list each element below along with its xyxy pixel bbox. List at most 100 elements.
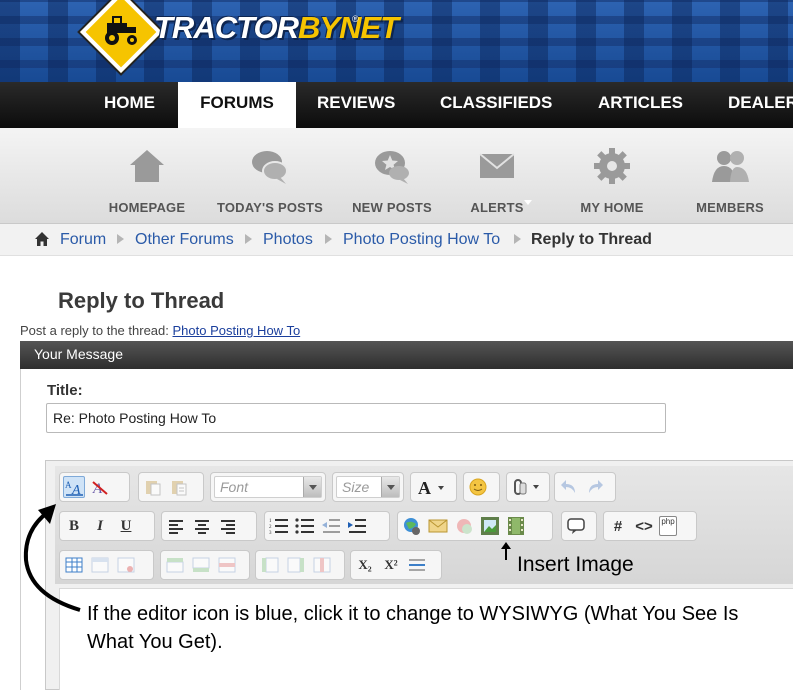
envelope-icon xyxy=(479,153,515,178)
insert-email-icon[interactable] xyxy=(427,515,449,537)
nav-articles[interactable]: ARTICLES xyxy=(598,82,683,128)
alerts-dropdown-caret[interactable] xyxy=(524,200,532,205)
site-logo-text[interactable]: TRACTORBYNET xyxy=(154,10,399,46)
svg-text:3: 3 xyxy=(269,531,272,535)
font-select[interactable]: Font xyxy=(214,476,322,498)
logo-text-by: BY xyxy=(297,10,340,45)
horizontal-rule-icon[interactable] xyxy=(406,554,428,576)
size-select[interactable]: Size xyxy=(336,476,400,498)
redo-icon[interactable] xyxy=(584,476,606,498)
insert-video-icon[interactable] xyxy=(505,515,527,537)
code-button[interactable]: <> xyxy=(633,515,655,537)
align-right-icon[interactable] xyxy=(217,515,239,537)
chat-bubbles-icon xyxy=(252,151,288,184)
table-properties-icon[interactable] xyxy=(89,554,111,576)
sub-nav: HOMEPAGE TODAY'S POSTS NEW POSTS ALERTS xyxy=(0,128,793,224)
toolbar-group-color: A xyxy=(410,472,457,502)
paste-text-icon[interactable] xyxy=(168,476,190,498)
smiley-icon[interactable] xyxy=(467,476,489,498)
subnav-my-home[interactable]: MY HOME xyxy=(547,146,677,215)
delete-row-icon[interactable] xyxy=(216,554,238,576)
page-title: Reply to Thread xyxy=(58,288,225,313)
subnav-todays-posts[interactable]: TODAY'S POSTS xyxy=(205,146,335,215)
subnav-members[interactable]: MEMBERS xyxy=(665,146,793,215)
toolbar-group-rows xyxy=(160,550,250,580)
superscript-button[interactable]: X² xyxy=(380,554,402,576)
outdent-icon[interactable] xyxy=(320,515,342,537)
nav-classifieds[interactable]: CLASSIFIEDS xyxy=(440,82,552,128)
toolbar-group-quote xyxy=(561,511,597,541)
subscript-button[interactable]: X₂ xyxy=(354,554,376,576)
php-button[interactable]: php xyxy=(659,516,677,536)
text-color-icon[interactable]: A xyxy=(414,476,450,498)
house-icon xyxy=(130,150,164,182)
underline-button[interactable]: U xyxy=(115,515,137,537)
svg-text:2: 2 xyxy=(269,525,272,530)
font-select-label: Font xyxy=(220,479,249,495)
breadcrumb: Forum Other Forums Photos Photo Posting … xyxy=(0,224,793,256)
breadcrumb-separator-icon xyxy=(117,234,124,244)
ordered-list-icon[interactable]: 123 xyxy=(268,515,290,537)
subnav-todays-posts-label: TODAY'S POSTS xyxy=(216,200,324,215)
nav-reviews[interactable]: REVIEWS xyxy=(317,82,395,128)
insert-link-icon[interactable] xyxy=(401,515,423,537)
toolbar-group-font: Font xyxy=(210,472,326,502)
breadcrumb-current: Reply to Thread xyxy=(531,231,652,248)
size-select-label: Size xyxy=(342,479,370,495)
star-bubble-icon xyxy=(375,151,409,184)
toolbar-group-mode: AA A xyxy=(59,472,130,502)
breadcrumb-other-forums[interactable]: Other Forums xyxy=(135,224,234,255)
nav-home[interactable]: HOME xyxy=(104,82,155,128)
svg-text:A: A xyxy=(418,478,431,496)
insert-image-icon[interactable] xyxy=(479,515,501,537)
remove-format-icon[interactable]: A xyxy=(89,476,111,498)
svg-text:A: A xyxy=(71,483,81,496)
wysiwyg-toggle-icon[interactable]: AA xyxy=(63,476,85,498)
delete-table-icon[interactable] xyxy=(115,554,137,576)
insert-column-after-icon[interactable] xyxy=(285,554,307,576)
registered-mark: ® xyxy=(352,14,359,24)
toolbar-group-script: X₂ X² xyxy=(350,550,442,580)
insert-column-before-icon[interactable] xyxy=(259,554,281,576)
attachment-icon[interactable] xyxy=(510,476,544,498)
unordered-list-icon[interactable] xyxy=(294,515,316,537)
reply-prefix: Post a reply to the thread: xyxy=(20,323,169,338)
reply-thread-link[interactable]: Photo Posting How To xyxy=(173,323,301,338)
people-icon xyxy=(712,151,749,182)
title-input[interactable] xyxy=(46,403,666,433)
your-message-header: Your Message xyxy=(20,341,793,369)
undo-icon[interactable] xyxy=(558,476,580,498)
gear-icon xyxy=(594,148,630,184)
breadcrumb-forum[interactable]: Forum xyxy=(60,224,106,255)
indent-icon[interactable] xyxy=(346,515,368,537)
toolbar-group-history xyxy=(554,472,616,502)
paste-icon[interactable] xyxy=(142,476,164,498)
subnav-alerts[interactable]: ALERTS xyxy=(432,146,562,215)
home-icon[interactable] xyxy=(34,231,50,247)
insert-image-arrow-icon xyxy=(505,548,507,560)
insert-image-annotation: Insert Image xyxy=(517,553,634,576)
subnav-homepage[interactable]: HOMEPAGE xyxy=(82,146,212,215)
chevron-down-icon xyxy=(381,477,399,497)
chevron-down-icon xyxy=(303,477,321,497)
align-left-icon[interactable] xyxy=(165,515,187,537)
logo-text-net: NET xyxy=(339,10,399,45)
nav-forums[interactable]: FORUMS xyxy=(178,82,296,128)
delete-column-icon[interactable] xyxy=(311,554,333,576)
remove-link-icon[interactable] xyxy=(453,515,475,537)
toolbar-group-insert xyxy=(397,511,553,541)
toolbar-group-size: Size xyxy=(332,472,404,502)
breadcrumb-separator-icon xyxy=(514,234,521,244)
subnav-alerts-label: ALERTS xyxy=(470,200,524,215)
insert-row-above-icon[interactable] xyxy=(164,554,186,576)
svg-text:1: 1 xyxy=(269,519,272,524)
align-center-icon[interactable] xyxy=(191,515,213,537)
wrap-tags-button[interactable]: # xyxy=(607,515,629,537)
breadcrumb-photos[interactable]: Photos xyxy=(263,224,313,255)
italic-button[interactable]: I xyxy=(89,515,111,537)
quote-icon[interactable] xyxy=(565,515,587,537)
wysiwyg-annotation: If the editor icon is blue, click it to … xyxy=(87,603,739,653)
breadcrumb-photo-posting-how-to[interactable]: Photo Posting How To xyxy=(343,224,500,255)
nav-dealer[interactable]: DEALER xyxy=(728,82,793,128)
insert-row-below-icon[interactable] xyxy=(190,554,212,576)
